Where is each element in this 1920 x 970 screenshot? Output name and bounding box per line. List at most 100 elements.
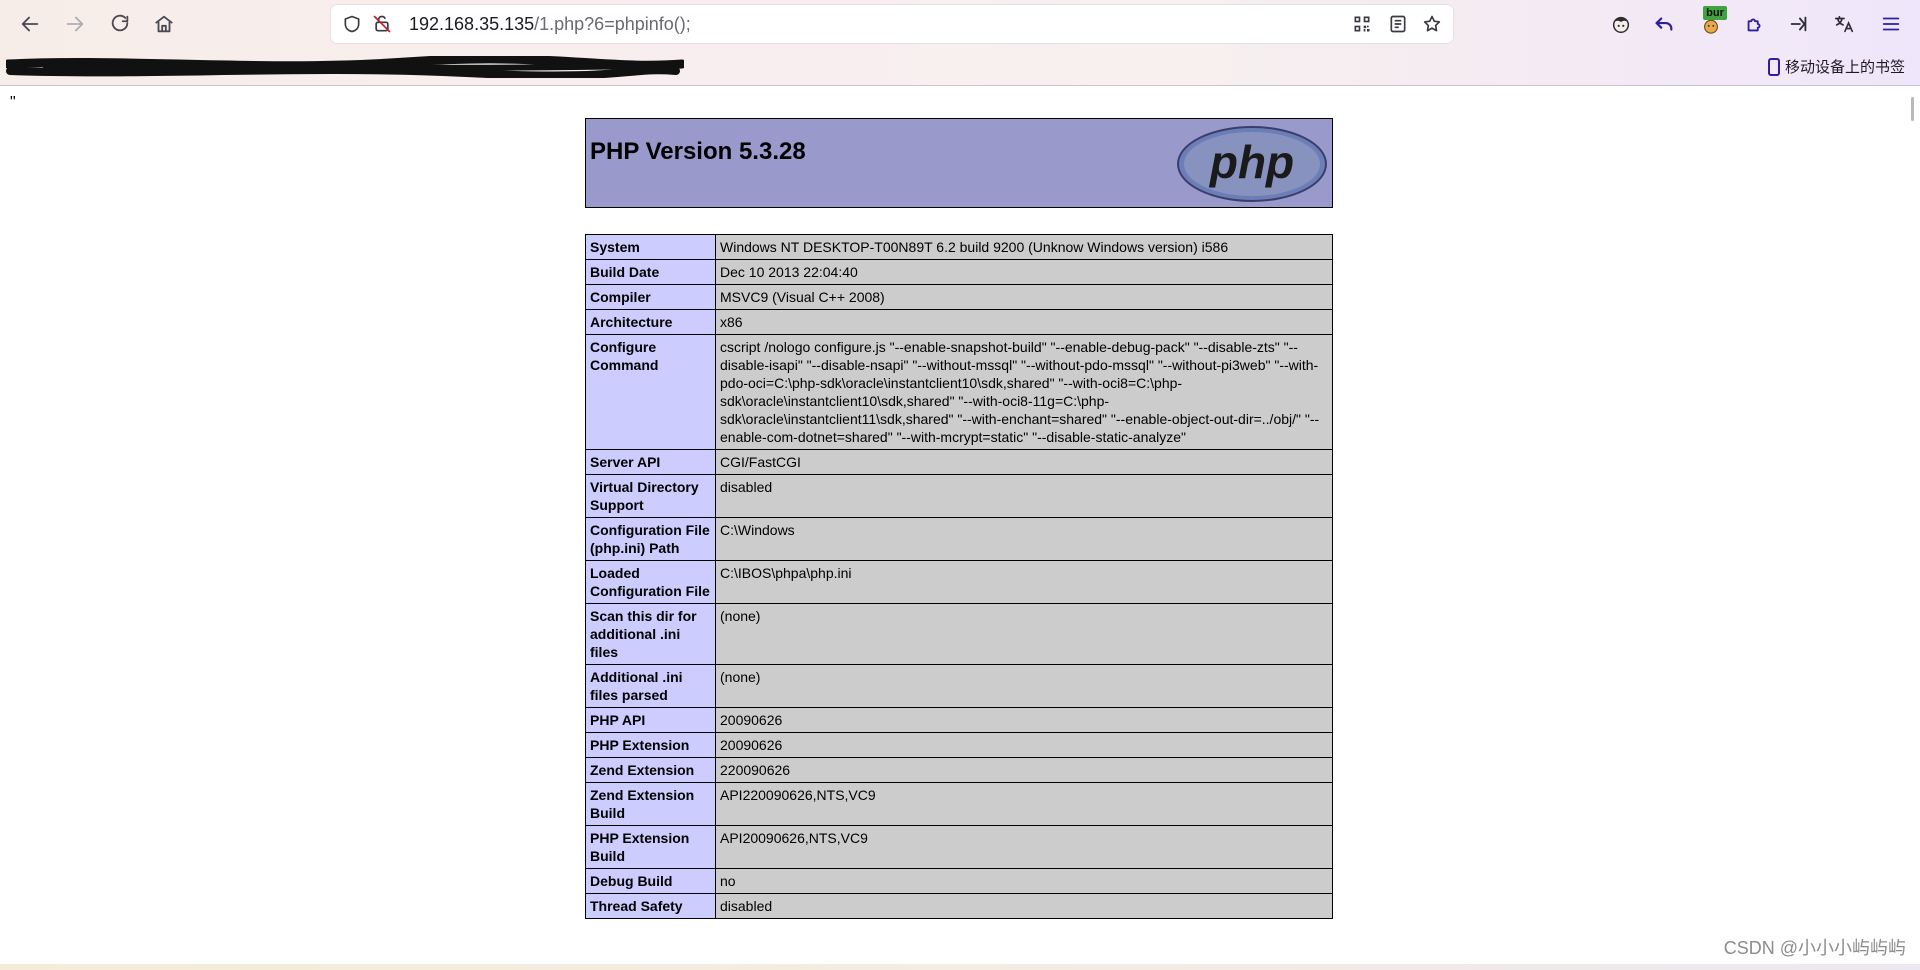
page-content: " PHP Version 5.3.28 php System Windows N… (0, 86, 1920, 966)
row-key: PHP Extension Build (585, 825, 716, 869)
row-key: Scan this dir for additional .ini files (585, 603, 716, 665)
row-key: Loaded Configuration File (585, 560, 716, 604)
table-row: Zend Extension 220090626 (585, 757, 1333, 783)
table-row: Server API CGI/FastCGI (585, 449, 1333, 475)
row-key: Zend Extension (585, 757, 716, 783)
reload-button[interactable] (104, 8, 136, 40)
row-value: 20090626 (715, 707, 1333, 733)
bottom-band (0, 964, 1920, 970)
bookmark-star-icon (1423, 15, 1441, 32)
row-value: C:\Windows (715, 517, 1333, 561)
row-value: API20090626,NTS,VC9 (715, 825, 1333, 869)
browser-toolbar: 192.168.35.135/1.php?6=phpinfo(); bur 移动… (0, 0, 1920, 86)
url-host: 192.168.35.135 (409, 14, 535, 34)
row-key: Additional .ini files parsed (585, 664, 716, 708)
menu-icon (1882, 17, 1900, 31)
table-row: Build Date Dec 10 2013 22:04:40 (585, 259, 1333, 285)
table-row: PHP Extension Build API20090626,NTS,VC9 (585, 825, 1333, 869)
home-icon (155, 15, 173, 33)
mobile-device-icon (1767, 57, 1780, 76)
undo-close-tab-button[interactable] (1649, 9, 1679, 39)
table-row: Compiler MSVC9 (Visual C++ 2008) (585, 284, 1333, 310)
row-key: PHP API (585, 707, 716, 733)
app-menu-button[interactable] (1876, 9, 1906, 39)
table-row: PHP Extension 20090626 (585, 732, 1333, 758)
row-value: disabled (715, 474, 1333, 518)
pin-icon (1790, 16, 1807, 32)
profile-button[interactable] (1606, 9, 1636, 39)
table-row: Virtual Directory Support disabled (585, 474, 1333, 518)
back-button[interactable] (14, 8, 46, 40)
table-row: PHP API 20090626 (585, 707, 1333, 733)
qr-code-button[interactable] (1351, 13, 1373, 35)
table-row: Loaded Configuration File C:\IBOS\phpa\ph… (585, 560, 1333, 604)
row-value: 220090626 (715, 757, 1333, 783)
table-row: Additional .ini files parsed (none) (585, 664, 1333, 708)
translate-icon (1834, 15, 1854, 33)
row-key: Architecture (585, 309, 716, 335)
row-key: Virtual Directory Support (585, 474, 716, 518)
row-value: API220090626,NTS,VC9 (715, 782, 1333, 826)
page-title: PHP Version 5.3.28 (590, 138, 806, 165)
url-text[interactable]: 192.168.35.135/1.php?6=phpinfo(); (409, 14, 691, 35)
home-button[interactable] (148, 8, 180, 40)
table-row: Configuration File (php.ini) Path C:\Wind… (585, 517, 1333, 561)
row-value: CGI/FastCGI (715, 449, 1333, 475)
page-scrollbar[interactable] (1911, 97, 1914, 121)
table-row: Thread Safety disabled (585, 893, 1333, 919)
extension-badge: bur (1703, 6, 1727, 20)
table-row: Debug Build no (585, 868, 1333, 894)
table-row: Zend Extension Build API220090626,NTS,VC9 (585, 782, 1333, 826)
mobile-bookmarks-label: 移动设备上的书签 (1784, 59, 1905, 76)
row-key: Configure Command (585, 334, 716, 450)
reader-view-button[interactable] (1387, 13, 1409, 35)
php-info-table: System Windows NT DESKTOP-T00N89T 6.2 bui… (585, 234, 1333, 919)
row-key: Build Date (585, 259, 716, 285)
row-key: Zend Extension Build (585, 782, 716, 826)
row-value: Dec 10 2013 22:04:40 (715, 259, 1333, 285)
qr-code-icon (1354, 16, 1370, 32)
row-key: Configuration File (php.ini) Path (585, 517, 716, 561)
row-value: disabled (715, 893, 1333, 919)
row-key: PHP Extension (585, 732, 716, 758)
back-arrow-icon (21, 16, 39, 32)
profile-icon (1612, 16, 1630, 33)
reader-view-icon (1390, 15, 1406, 33)
forward-arrow-icon (66, 16, 84, 32)
csdn-watermark: CSDN @小小小屿屿屿 (1723, 938, 1906, 958)
site-info-button[interactable] (371, 13, 393, 35)
shield-icon (344, 15, 360, 33)
pin-button[interactable] (1784, 9, 1814, 39)
address-bar[interactable]: 192.168.35.135/1.php?6=phpinfo(); (331, 5, 1453, 43)
row-key: Thread Safety (585, 893, 716, 919)
php-info-table-body: System Windows NT DESKTOP-T00N89T 6.2 bui… (585, 234, 1333, 919)
redaction-scribble (6, 56, 684, 78)
url-path: /1.php?6=phpinfo(); (534, 14, 691, 34)
bookmark-button[interactable] (1421, 13, 1443, 35)
row-key: System (585, 234, 716, 260)
puzzle-icon (1747, 18, 1761, 32)
table-row: Scan this dir for additional .ini files(… (585, 603, 1333, 665)
row-key: Compiler (585, 284, 716, 310)
php-version-header: PHP Version 5.3.28 php (585, 118, 1333, 208)
tracking-protection-button[interactable] (341, 13, 363, 35)
row-key: Debug Build (585, 868, 716, 894)
translate-button[interactable] (1829, 9, 1859, 39)
row-value: (none) (715, 603, 1333, 665)
row-value: Windows NT DESKTOP-T00N89T 6.2 build 920… (715, 234, 1333, 260)
mobile-bookmarks-folder[interactable]: 移动设备上的书签 (1767, 56, 1905, 77)
row-value: MSVC9 (Visual C++ 2008) (715, 284, 1333, 310)
stray-text: " (10, 94, 16, 111)
php-logo-icon: php (1177, 126, 1327, 202)
table-row: Configure Command cscript /nologo configu… (585, 334, 1333, 450)
row-value: cscript /nologo configure.js "--enable-s… (715, 334, 1333, 450)
row-value: (none) (715, 664, 1333, 708)
row-value: 20090626 (715, 732, 1333, 758)
forward-button[interactable] (59, 8, 91, 40)
row-key: Server API (585, 449, 716, 475)
table-row: System Windows NT DESKTOP-T00N89T 6.2 bui… (585, 234, 1333, 260)
row-value: no (715, 868, 1333, 894)
php-logo-text: php (1208, 136, 1294, 188)
extensions-button[interactable] (1740, 9, 1770, 39)
table-row: Architecture x86 (585, 309, 1333, 335)
